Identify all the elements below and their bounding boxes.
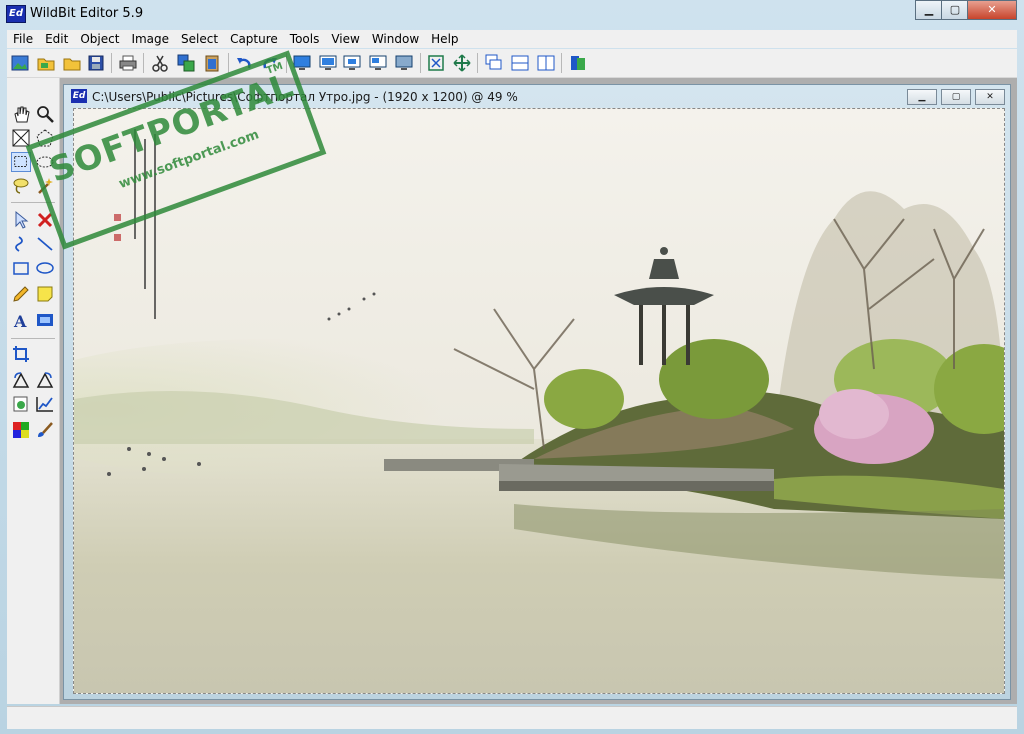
cascade-icon[interactable] (485, 54, 503, 72)
ellipse-icon[interactable] (35, 258, 55, 278)
copy-icon[interactable] (177, 54, 195, 72)
crop-icon[interactable] (11, 344, 31, 364)
pointer-icon[interactable] (11, 210, 31, 230)
minimize-button[interactable]: ▁ (915, 0, 943, 20)
document-maximize-button[interactable]: ▢ (941, 89, 971, 105)
toolbar-separator (477, 53, 478, 73)
toolbar-separator (228, 53, 229, 73)
document-minimize-button[interactable]: ▁ (907, 89, 937, 105)
status-bar (7, 706, 1017, 729)
menu-image[interactable]: Image (125, 30, 175, 48)
full-capture-icon[interactable] (395, 54, 413, 72)
tile-vertical-icon[interactable] (537, 54, 555, 72)
menu-window[interactable]: Window (366, 30, 425, 48)
toolbar-separator (143, 53, 144, 73)
image-canvas[interactable] (73, 108, 1005, 694)
actual-size-icon[interactable] (453, 54, 471, 72)
paste-icon[interactable] (203, 54, 221, 72)
window-capture-icon[interactable] (319, 54, 337, 72)
hand-icon[interactable] (11, 104, 31, 124)
maximize-button[interactable]: ▢ (941, 0, 969, 20)
title-bar[interactable]: Ed WildBit Editor 5.9 ▁ ▢ ✕ (0, 0, 1024, 28)
open-folder-icon[interactable] (63, 54, 81, 72)
zoom-icon[interactable] (35, 104, 55, 124)
new-image-icon[interactable] (11, 54, 29, 72)
levels-icon[interactable] (35, 394, 55, 414)
menu-capture[interactable]: Capture (224, 30, 284, 48)
toolbar-separator (561, 53, 562, 73)
region-capture-icon[interactable] (343, 54, 361, 72)
close-button[interactable]: ✕ (967, 0, 1017, 20)
cut-icon[interactable] (151, 54, 169, 72)
rotate-left-icon[interactable] (11, 370, 31, 390)
brush-icon[interactable] (35, 420, 55, 440)
object-capture-icon[interactable] (369, 54, 387, 72)
svg-text:A: A (13, 312, 27, 330)
app-icon[interactable]: Ed (6, 5, 26, 23)
tile-horizontal-icon[interactable] (511, 54, 529, 72)
menu-bar: File Edit Object Image Select Capture Tools Vie… (7, 30, 1017, 48)
menu-tools[interactable]: Tools (284, 30, 326, 48)
document-close-button[interactable]: ✕ (975, 89, 1005, 105)
pencil-icon[interactable] (11, 284, 31, 304)
window-title: WildBit Editor 5.9 (30, 6, 144, 21)
filmstrip-icon[interactable] (35, 310, 55, 330)
print-icon[interactable] (119, 54, 137, 72)
note-icon[interactable] (35, 284, 55, 304)
menu-help[interactable]: Help (425, 30, 464, 48)
menu-file[interactable]: File (7, 30, 39, 48)
save-icon[interactable] (87, 54, 105, 72)
fit-window-icon[interactable] (427, 54, 445, 72)
app-window: Ed WildBit Editor 5.9 ▁ ▢ ✕ File Edit Obje… (0, 0, 1024, 734)
toolbar-separator (111, 53, 112, 73)
document-icon[interactable]: Ed (71, 89, 87, 103)
menu-object[interactable]: Object (74, 30, 125, 48)
toolbar-separator (420, 53, 421, 73)
lasso-icon[interactable] (11, 176, 31, 196)
curve-icon[interactable] (11, 234, 31, 254)
rectangle-icon[interactable] (11, 258, 31, 278)
colors-icon[interactable] (11, 420, 31, 440)
menu-select[interactable]: Select (175, 30, 224, 48)
landscape-image (74, 109, 1004, 693)
toolbox-separator (11, 338, 55, 339)
main-toolbar (7, 49, 1017, 78)
line-icon[interactable] (35, 234, 55, 254)
resize-icon[interactable] (11, 394, 31, 414)
rotate-right-icon[interactable] (35, 370, 55, 390)
menu-edit[interactable]: Edit (39, 30, 74, 48)
info-icon[interactable] (569, 54, 587, 72)
menu-view[interactable]: View (325, 30, 365, 48)
text-icon[interactable]: A (11, 310, 31, 330)
open-icon[interactable] (37, 54, 55, 72)
